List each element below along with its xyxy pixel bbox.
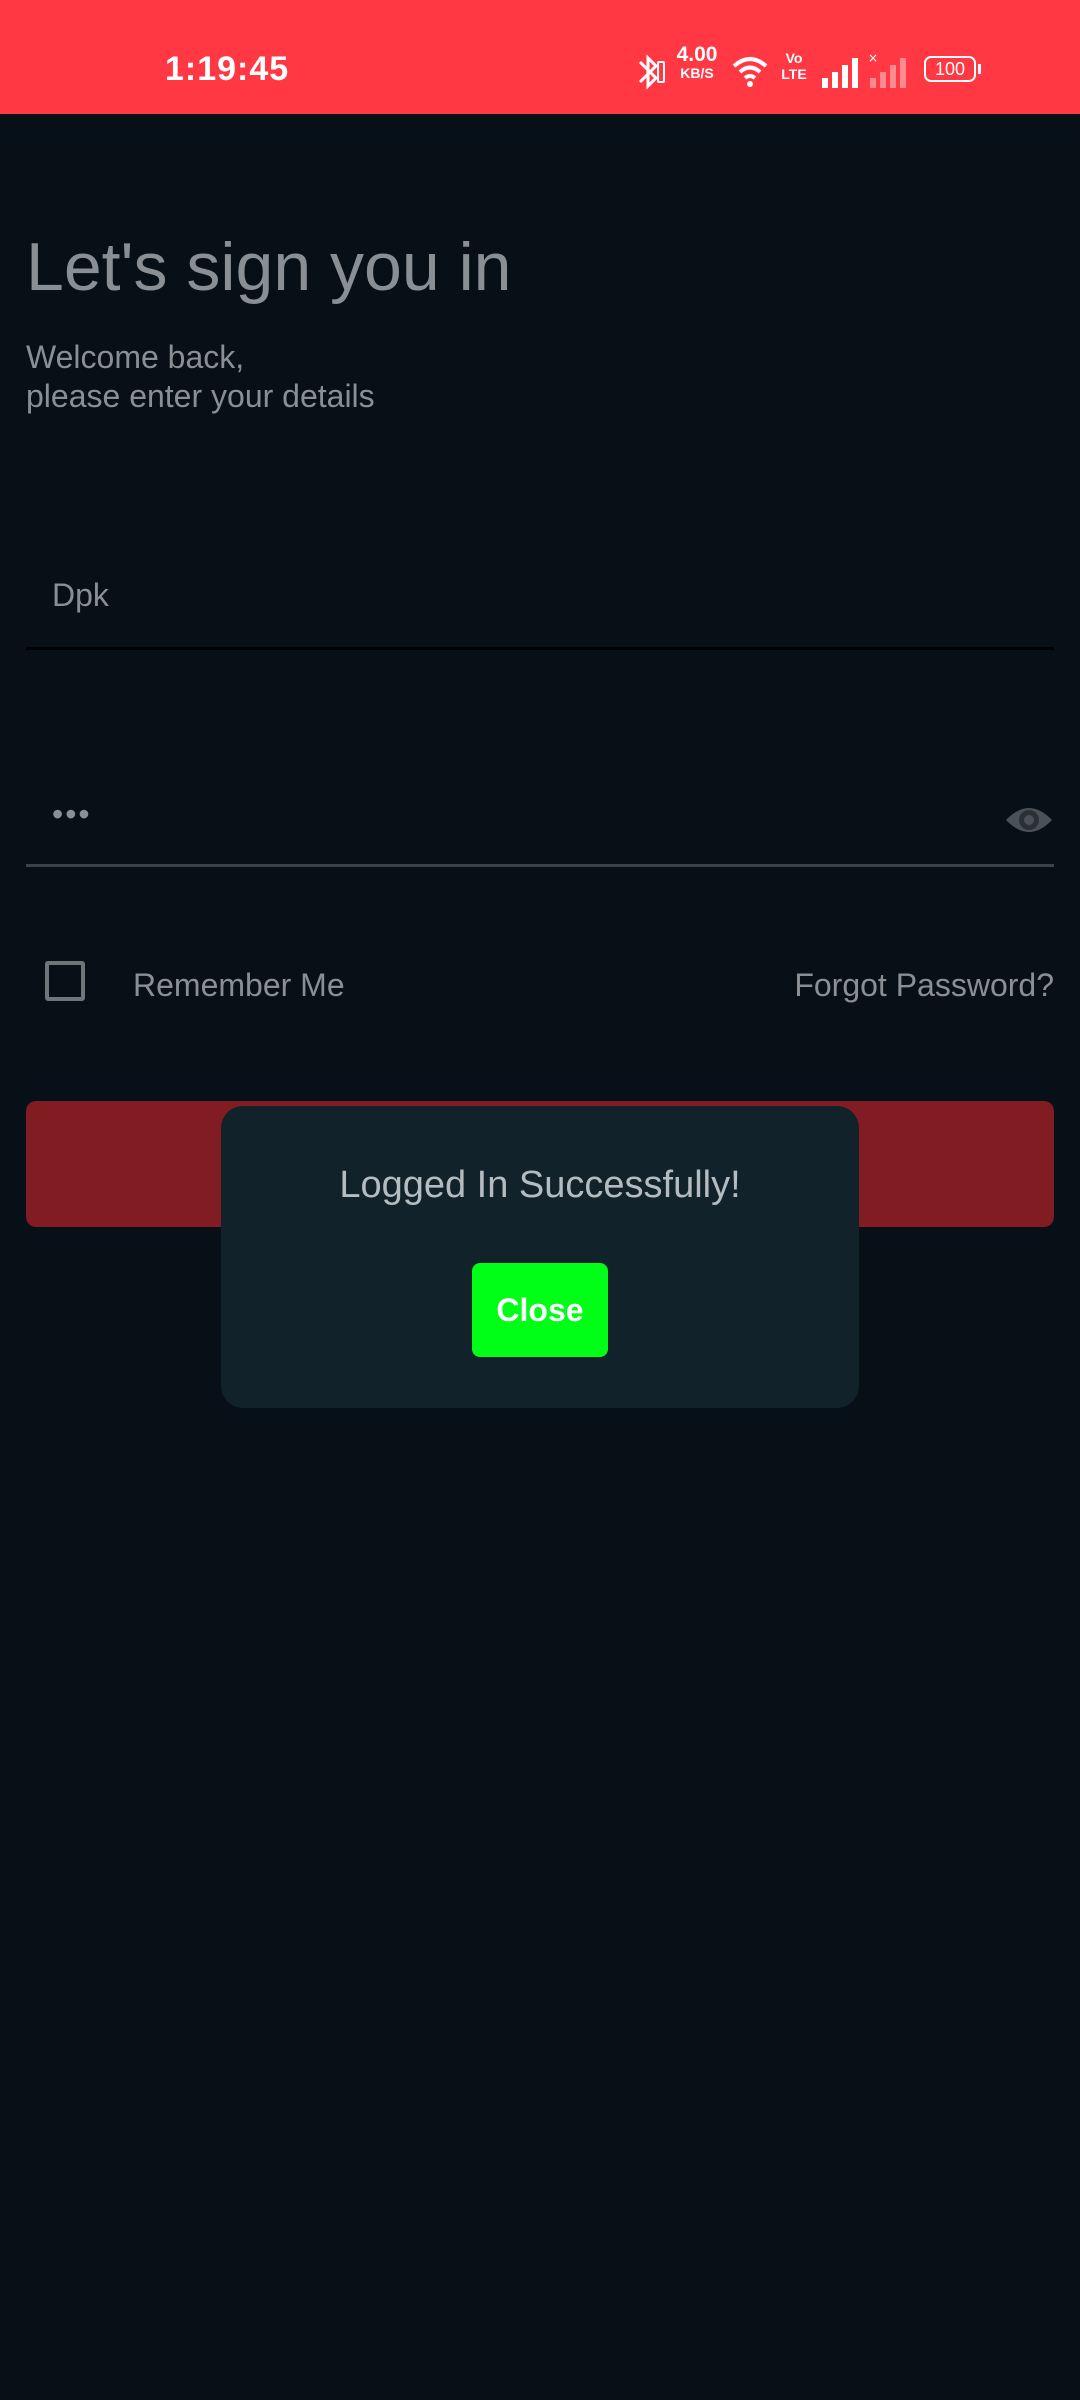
remember-me-checkbox[interactable] <box>45 961 85 1001</box>
username-field[interactable]: Dpk <box>26 555 1054 650</box>
remember-me-label[interactable]: Remember Me <box>133 967 345 1004</box>
dialog-message: Logged In Successfully! <box>339 1164 741 1206</box>
eye-icon[interactable] <box>1004 800 1054 840</box>
signal-icon: × <box>868 52 906 88</box>
wifi-icon <box>732 57 768 87</box>
page-title: Let's sign you in <box>26 229 512 305</box>
password-value: ••• <box>52 796 92 832</box>
forgot-password-link[interactable]: Forgot Password? <box>794 967 1054 1004</box>
password-field[interactable]: ••• <box>26 770 1054 867</box>
battery-level: 100 <box>934 59 966 79</box>
status-icons: 4.00 KB/S Vo LTE × 100 <box>634 44 1014 96</box>
volte-icon: Vo LTE <box>781 50 807 82</box>
network-speed-value: 4.00 <box>676 43 718 66</box>
svg-text:×: × <box>868 52 878 65</box>
subtitle-line-1: Welcome back, <box>26 339 245 375</box>
status-bar: 1:19:45 4.00 KB/S Vo LTE × 100 <box>0 0 1080 114</box>
username-value: Dpk <box>52 577 109 613</box>
close-button[interactable]: Close <box>472 1263 608 1357</box>
bluetooth-icon <box>638 54 665 90</box>
page-subtitle: Welcome back, please enter your details <box>26 338 375 416</box>
battery-tip <box>978 64 981 74</box>
subtitle-line-2: please enter your details <box>26 378 375 414</box>
success-dialog: Logged In Successfully! Close <box>221 1106 859 1408</box>
battery-icon: 100 <box>924 56 976 82</box>
status-time: 1:19:45 <box>165 50 290 88</box>
network-speed-unit: KB/S <box>680 65 714 81</box>
network-speed: 4.00 KB/S <box>672 43 722 82</box>
signal-icon <box>822 58 858 88</box>
